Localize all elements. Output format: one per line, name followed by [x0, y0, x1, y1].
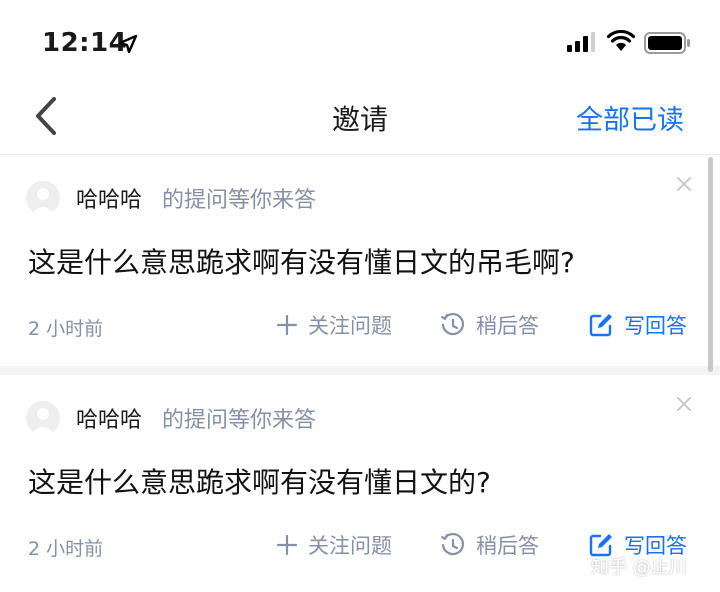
user-avatar-icon: [26, 401, 60, 435]
scrollbar[interactable]: [708, 157, 713, 372]
invitation-card[interactable]: 哈哈哈 的提问等你来答 这是什么意思跪求啊有没有懂日文的吊毛啊? 2 小时前 关…: [0, 155, 720, 366]
follow-question-button[interactable]: 关注问题: [276, 310, 392, 340]
close-icon[interactable]: [675, 175, 693, 193]
answer-later-button[interactable]: 稍后答: [440, 310, 539, 340]
invite-meta-text: 的提问等你来答: [162, 188, 317, 213]
follow-question-button[interactable]: 关注问题: [276, 530, 392, 560]
avatar[interactable]: [26, 401, 60, 435]
question-title[interactable]: 这是什么意思跪求啊有没有懂日文的?: [28, 461, 491, 501]
plus-icon: [276, 314, 298, 336]
username[interactable]: 哈哈哈: [76, 402, 142, 434]
plus-icon: [276, 534, 298, 556]
status-bar: 12:14: [0, 0, 720, 80]
write-answer-label: 写回答: [624, 314, 687, 338]
username[interactable]: 哈哈哈: [76, 182, 142, 214]
answer-later-label: 稍后答: [476, 314, 539, 338]
battery-icon: [644, 32, 690, 54]
status-time: 12:14: [42, 28, 128, 58]
invite-meta-text: 的提问等你来答: [162, 408, 317, 433]
location-arrow-icon: [118, 34, 138, 54]
edit-pencil-icon: [589, 314, 612, 337]
follow-question-label: 关注问题: [308, 534, 392, 558]
timestamp: 2 小时前: [28, 538, 104, 560]
watermark-text: 知乎 @止川: [591, 557, 687, 578]
cellular-signal-icon: [567, 32, 595, 52]
avatar[interactable]: [26, 181, 60, 215]
answer-later-label: 稍后答: [476, 534, 539, 558]
wifi-icon: [606, 29, 636, 51]
user-avatar-icon: [26, 181, 60, 215]
close-icon[interactable]: [675, 395, 693, 413]
clock-icon: [441, 532, 465, 556]
navigation-bar: 邀请 全部已读: [0, 80, 720, 155]
follow-question-label: 关注问题: [308, 314, 392, 338]
card-divider: [0, 366, 720, 375]
write-answer-button[interactable]: 写回答: [588, 310, 687, 340]
mark-all-read-button[interactable]: 全部已读: [576, 98, 684, 137]
question-title[interactable]: 这是什么意思跪求啊有没有懂日文的吊毛啊?: [28, 241, 575, 281]
clock-icon: [441, 312, 465, 336]
timestamp: 2 小时前: [28, 318, 104, 340]
answer-later-button[interactable]: 稍后答: [440, 530, 539, 560]
